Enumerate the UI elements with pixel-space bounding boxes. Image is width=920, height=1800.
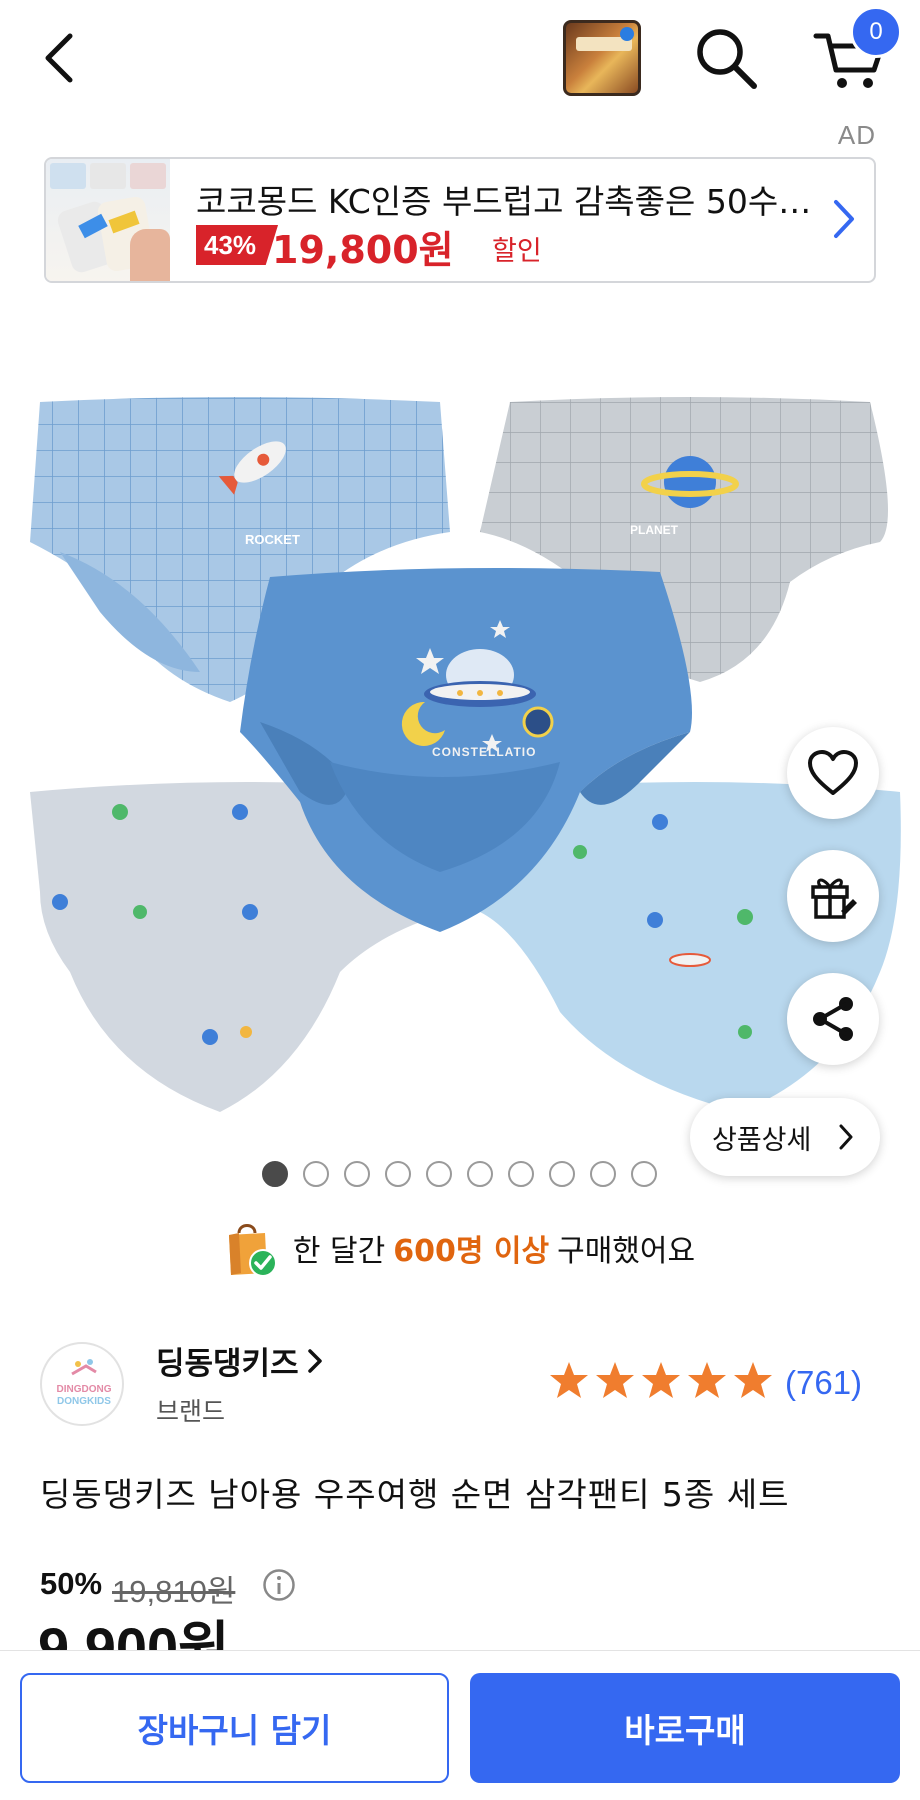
gift-icon <box>811 878 857 919</box>
page-dot[interactable] <box>385 1161 411 1187</box>
ad-label: AD <box>837 120 876 150</box>
page-dot[interactable] <box>262 1161 288 1187</box>
frozen-icon <box>620 27 634 41</box>
page-dot[interactable] <box>303 1161 329 1187</box>
ad-banner[interactable]: 코코몽드 KC인증 부드럽고 감촉좋은 50수 … 43% 19,800원 할인 <box>44 157 876 283</box>
product-image: ROCKET PLANET CONSTELLATIO <box>30 397 901 1112</box>
ad-sale-label: 할인 <box>492 236 542 267</box>
review-count[interactable]: (761) <box>785 1364 862 1402</box>
star-icon <box>734 1362 772 1398</box>
print-label-constellation: CONSTELLATIO <box>432 745 536 759</box>
bottom-action-bar: 장바구니 담기 바로구매 <box>0 1650 920 1800</box>
print-label-rocket: ROCKET <box>245 532 300 547</box>
wishlist-button[interactable] <box>787 727 879 819</box>
recent-product-thumbnail[interactable] <box>563 20 641 96</box>
purchase-count-notice: 한 달간 600명 이상 구매했어요 <box>0 1218 920 1278</box>
ad-title: 코코몽드 KC인증 부드럽고 감촉좋은 50수 … <box>196 182 816 221</box>
page-dot[interactable] <box>549 1161 575 1187</box>
add-to-cart-button[interactable]: 장바구니 담기 <box>20 1673 449 1783</box>
star-icon <box>550 1362 588 1398</box>
chevron-right-icon <box>839 1124 853 1150</box>
shopping-bag-icon <box>228 1224 277 1277</box>
page-dot[interactable] <box>508 1161 534 1187</box>
share-icon <box>813 997 853 1041</box>
chevron-left-icon <box>45 33 73 83</box>
brand-caption: 브랜드 <box>156 1397 226 1426</box>
original-price: 19,810원 <box>112 1574 236 1609</box>
brand-logo[interactable]: DINGDONG DONGKIDS <box>40 1342 124 1426</box>
page-dot[interactable] <box>590 1161 616 1187</box>
page-dot[interactable] <box>631 1161 657 1187</box>
product-title: 딩동댕키즈 남아용 우주여행 순면 삼각팬티 5종 세트 <box>40 1475 790 1514</box>
product-detail-label: 상품상세 <box>712 1124 812 1156</box>
page-dot[interactable] <box>467 1161 493 1187</box>
star-icon <box>688 1362 726 1398</box>
buy-now-button[interactable]: 바로구매 <box>470 1673 900 1783</box>
chevron-right-icon <box>307 1348 322 1373</box>
purchase-prefix: 한 달간 <box>292 1234 386 1269</box>
brand-name: 딩동댕키즈 <box>156 1346 299 1382</box>
page-dot[interactable] <box>344 1161 370 1187</box>
product-image-gallery[interactable]: ROCKET PLANET CONSTELLATIO <box>0 372 920 1132</box>
ad-discount-badge: 43% <box>196 225 279 265</box>
gift-button[interactable] <box>787 850 879 942</box>
purchase-highlight: 600명 이상 <box>393 1234 550 1269</box>
discount-percent: 50% <box>40 1566 103 1601</box>
rating-stars[interactable] <box>548 1360 774 1400</box>
image-pagination <box>262 1161 657 1191</box>
print-label-planet: PLANET <box>630 523 679 537</box>
top-bar: 0 <box>0 0 920 120</box>
purchase-suffix: 구매했어요 <box>557 1234 696 1269</box>
chevron-right-icon[interactable] <box>828 196 858 242</box>
brand-name-link[interactable]: 딩동댕키즈 <box>156 1338 325 1383</box>
cart-count-badge: 0 <box>850 6 902 58</box>
sale-price: 9,900원 <box>38 1616 230 1652</box>
star-icon <box>596 1362 634 1398</box>
ad-price: 19,800원 <box>272 228 454 272</box>
share-button[interactable] <box>787 973 879 1065</box>
brand-logo-mark <box>71 1359 97 1376</box>
product-detail-button[interactable]: 상품상세 <box>690 1098 880 1176</box>
star-icon <box>642 1362 680 1398</box>
search-icon <box>697 29 757 89</box>
back-button[interactable] <box>38 28 82 88</box>
info-icon[interactable] <box>262 1568 296 1602</box>
page-dot[interactable] <box>426 1161 452 1187</box>
heart-icon <box>808 750 858 795</box>
ad-product-image <box>46 159 170 281</box>
search-button[interactable] <box>692 26 762 92</box>
